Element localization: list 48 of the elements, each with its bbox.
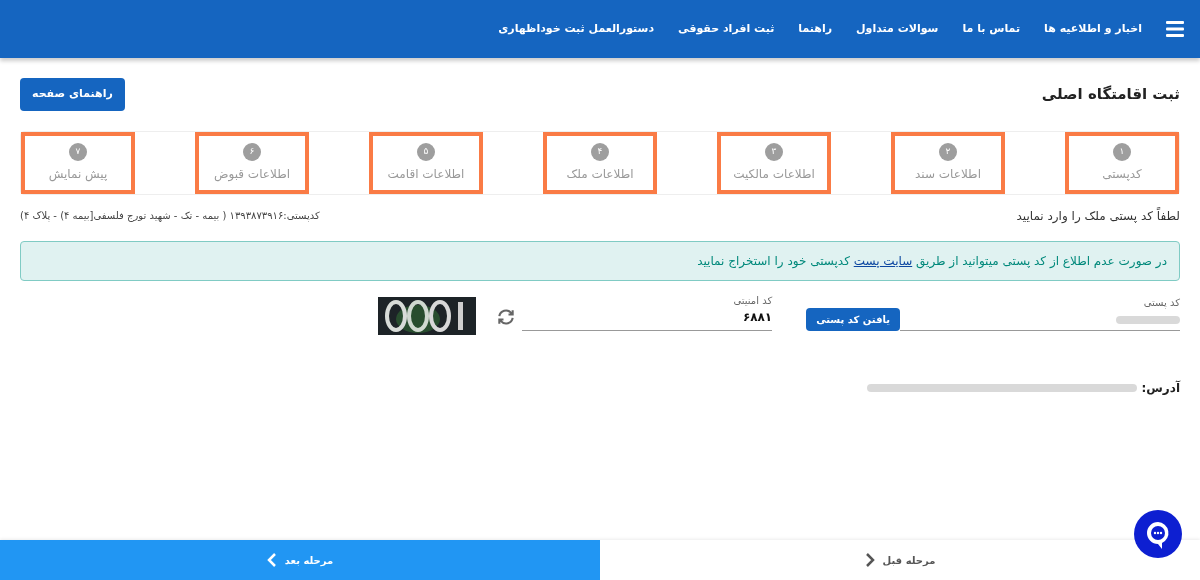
step-label: اطلاعات قبوض	[214, 165, 291, 183]
step-number: ۶	[243, 142, 261, 161]
alert-text: در صورت عدم اطلاع از کد پستی میتوانید از طریق سایت پست کدپستی خود را استخراج نمایید	[696, 252, 1167, 270]
security-code-value: ۶۸۸۱	[742, 308, 773, 326]
step[interactable]: ۲ اطلاعات سند	[891, 131, 1005, 194]
step-number: ۷	[69, 142, 87, 161]
step-number: ۳	[765, 142, 783, 161]
postal-code-label: کد پستی	[1142, 295, 1180, 310]
step[interactable]: ۵ اطلاعات اقامت	[369, 131, 483, 194]
step-number: ۲	[939, 142, 957, 161]
page-help-button[interactable]: راهنمای صفحه	[20, 78, 125, 111]
next-step-button[interactable]: مرحله بعد	[0, 540, 600, 580]
step-number: ۴	[591, 142, 609, 161]
page-title: ثبت اقامتگاه اصلی	[1041, 84, 1180, 105]
chevron-icon	[864, 553, 875, 567]
find-postal-code-button[interactable]: یافتن کد پستی	[806, 307, 900, 331]
step-label: اطلاعات اقامت	[387, 165, 465, 183]
step[interactable]: ۴ اطلاعات ملک	[543, 131, 657, 194]
nav-link[interactable]: ثبت افراد حقوقی	[678, 20, 775, 38]
nav-link[interactable]: تماس با ما	[962, 20, 1021, 38]
nav-link[interactable]: دستورالعمل ثبت خوداظهاری	[498, 20, 655, 38]
nav-link[interactable]: راهنما	[798, 20, 833, 38]
postal-code-field[interactable]: کد پستی	[900, 294, 1180, 331]
chevron-icon	[266, 553, 277, 567]
post-site-link[interactable]: سایت پست	[853, 253, 913, 268]
step[interactable]: ۷ پیش نمایش	[21, 131, 135, 194]
step-label: پیش نمایش	[48, 165, 108, 183]
step-label: اطلاعات مالکیت	[733, 165, 815, 183]
step-number: ۵	[417, 142, 435, 161]
chat-icon[interactable]	[1134, 510, 1182, 558]
nav-link[interactable]: اخبار و اطلاعیه ها	[1044, 20, 1142, 38]
blurred-text-icon	[867, 381, 1138, 394]
instruction-text: لطفاً کد پستی ملک را وارد نمایید	[1016, 206, 1180, 225]
postal-summary: کدپستی:۱۳۹۳۸۷۳۹۱۶ ( بیمه - تک - شهید تورج فلسفی[بیمه ۴) - پلاک ۴)	[20, 209, 320, 223]
step-label: اطلاعات ملک	[566, 165, 634, 183]
security-code-label: کد امنیتی	[733, 293, 773, 308]
step[interactable]: ۳ اطلاعات مالکیت	[717, 131, 831, 194]
step-label: کدپستی	[1102, 165, 1142, 183]
step[interactable]: ۱ کدپستی	[1065, 131, 1179, 194]
step-label: اطلاعات سند	[915, 165, 981, 183]
step-number: ۱	[1113, 142, 1131, 161]
security-code-field[interactable]: کد امنیتی ۶۸۸۱	[522, 292, 773, 331]
step[interactable]: ۶ اطلاعات قبوض	[195, 131, 309, 194]
address-label: آدرس:	[1141, 379, 1180, 397]
nav-link[interactable]: سوالات متداول	[856, 20, 939, 38]
refresh-icon[interactable]	[496, 306, 517, 327]
blurred-text-icon	[1116, 313, 1180, 326]
menu-icon[interactable]	[1166, 21, 1184, 37]
